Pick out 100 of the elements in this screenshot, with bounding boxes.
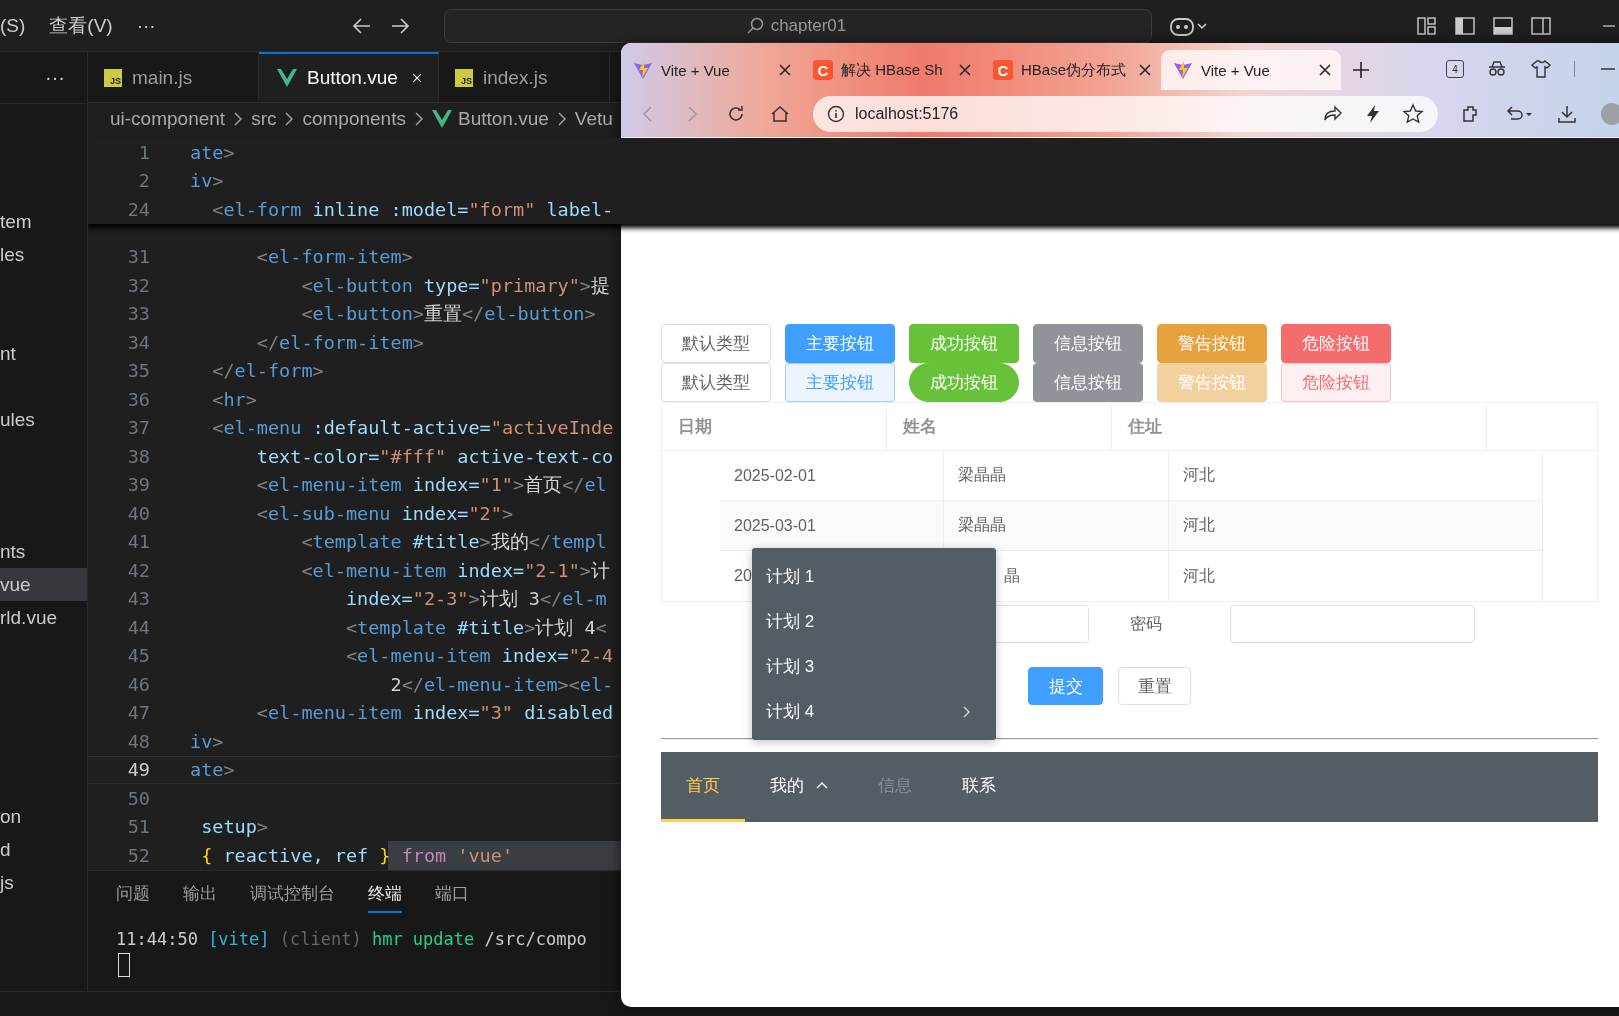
close-icon[interactable] [959, 64, 971, 76]
code-line: ate> [190, 759, 235, 781]
shirt-icon[interactable] [1530, 58, 1552, 80]
search-icon [746, 16, 765, 35]
breadcrumb-item[interactable]: src [251, 108, 277, 130]
more-icon[interactable]: ··· [45, 66, 65, 89]
code-line: <el-menu :default-active="activeInde [211, 417, 614, 439]
js-icon: JS [455, 69, 473, 87]
js-icon: JS [104, 69, 122, 87]
command-center[interactable]: chapter01 [443, 8, 1152, 43]
file-item[interactable]: nts [0, 535, 87, 568]
code-line: <el-form-item> [255, 246, 413, 268]
file-item[interactable]: js [0, 866, 87, 899]
type-button[interactable]: 默认类型 [661, 363, 771, 402]
code-line: <el-menu-item index="2-4 [344, 645, 614, 667]
line-number: 1 [137, 141, 150, 163]
table-cell: 2025-02-01 [734, 466, 816, 485]
table-cell-text: 河北 [1183, 515, 1215, 535]
close-icon[interactable] [1139, 64, 1151, 76]
panel-tab[interactable]: 输出 [183, 876, 217, 913]
breadcrumb-item[interactable]: Button.vue [457, 108, 549, 130]
password-field[interactable] [1230, 605, 1475, 643]
breadcrumb-item[interactable]: Vetu [574, 108, 613, 130]
code-line: </el-form> [211, 360, 324, 382]
code-line: <el-menu-item index="1">首页</el [255, 473, 607, 498]
file-item[interactable]: ules [0, 403, 87, 436]
vite-icon [1173, 60, 1193, 80]
file-item[interactable]: nt [0, 337, 87, 370]
panel-tab[interactable]: 问题 [116, 876, 150, 913]
menu-item[interactable]: 首页 [661, 752, 745, 822]
star-icon[interactable] [1402, 102, 1424, 125]
line-number: 51 [126, 816, 150, 838]
sidebar-toggle-icon[interactable] [1453, 14, 1476, 37]
panel-tab[interactable]: 终端 [368, 876, 402, 913]
address-bar[interactable]: localhost:5176 [813, 95, 1438, 132]
code-line: 2</el-menu-item><el- [389, 673, 614, 695]
menu-item[interactable]: 我的 [745, 752, 853, 822]
line-number: 34 [126, 331, 150, 353]
code-line: </el-form-item> [255, 331, 424, 353]
browser-tab[interactable]: Vite + Vue [621, 50, 801, 90]
line-number: 36 [126, 388, 150, 410]
menu-item[interactable]: (S) [0, 14, 26, 37]
code-line: <el-button>重置</el-button> [300, 302, 596, 327]
terminal-line: 11:44:50 [vite] (client) hmr update /src/compo [115, 928, 588, 949]
code-line: iv> [190, 730, 224, 752]
new-tab-icon[interactable] [1351, 60, 1371, 80]
line-number: 43 [126, 588, 150, 610]
code-line: <el-menu-item index="3" disabled [255, 702, 614, 724]
line-number: 52 [126, 844, 150, 866]
site-logo-icon: C [993, 60, 1013, 80]
file-item[interactable]: tem [0, 205, 87, 238]
submenu-item[interactable]: 计划 2 [752, 599, 996, 644]
column-header: 日期 [678, 416, 712, 438]
line-number: 41 [126, 531, 150, 553]
tab-count-icon[interactable]: 4 [1446, 60, 1464, 78]
file-item[interactable]: vue [0, 568, 87, 601]
code-line: text-color="#fff" active-text-co [255, 445, 614, 467]
line-number: 46 [126, 673, 150, 695]
secondary-sidebar-icon[interactable] [1529, 14, 1552, 37]
file-item[interactable]: on [0, 800, 87, 833]
browser-tab[interactable]: Vite + Vue [1161, 50, 1341, 90]
submenu-item[interactable]: 计划 1 [752, 554, 996, 599]
submenu-item[interactable]: 计划 3 [752, 644, 996, 689]
panel-tab[interactable]: 调试控制台 [250, 876, 335, 913]
breadcrumb-item[interactable]: ui-component [110, 108, 226, 130]
panel-tab[interactable]: 端口 [435, 876, 469, 913]
line-number: 31 [126, 246, 150, 268]
menu-item[interactable]: 联系 [937, 752, 1021, 822]
layout-icon[interactable] [1415, 14, 1438, 37]
table-cell-text: 河北 [1183, 465, 1215, 485]
code-line: iv> [190, 170, 224, 192]
code-line: <template #title>计划 4< [344, 615, 607, 640]
close-icon[interactable] [779, 64, 791, 76]
line-number: 33 [126, 303, 150, 325]
file-item[interactable]: d [0, 833, 87, 866]
close-icon[interactable] [1319, 64, 1331, 76]
code-line: setup> [200, 816, 268, 838]
menu-item[interactable]: ··· [136, 14, 156, 37]
breadcrumb-item[interactable]: components [302, 108, 406, 130]
file-tab[interactable]: Button.vue [259, 52, 439, 102]
browser-tab[interactable]: C HBase伪分布式 [981, 50, 1161, 90]
panel-toggle-icon[interactable] [1491, 14, 1514, 37]
table-cell-text: 河北 [1183, 565, 1215, 586]
browser-tab[interactable]: C 解决 HBase Sh [801, 50, 981, 90]
menu-item[interactable]: 查看(V) [49, 12, 113, 39]
submenu-item[interactable]: 计划 4 [752, 689, 996, 734]
line-number: 48 [126, 730, 150, 752]
file-tab[interactable]: JS index.js [439, 52, 610, 102]
code-line: <hr> [211, 388, 257, 410]
vue-icon [277, 69, 297, 87]
code-line: <el-button type="primary">提 [300, 273, 610, 298]
line-number: 44 [126, 616, 150, 638]
code-line: <el-sub-menu index="2"> [255, 502, 514, 524]
code-line: { reactive, ref } from 'vue' [200, 844, 514, 866]
reset-button[interactable]: 重置 [1118, 667, 1191, 705]
type-button[interactable]: 默认类型 [661, 324, 771, 363]
file-item[interactable]: les [0, 238, 87, 271]
column-header: 住址 [1128, 416, 1162, 438]
file-item[interactable]: rld.vue [0, 601, 87, 634]
line-number: 32 [126, 274, 150, 296]
